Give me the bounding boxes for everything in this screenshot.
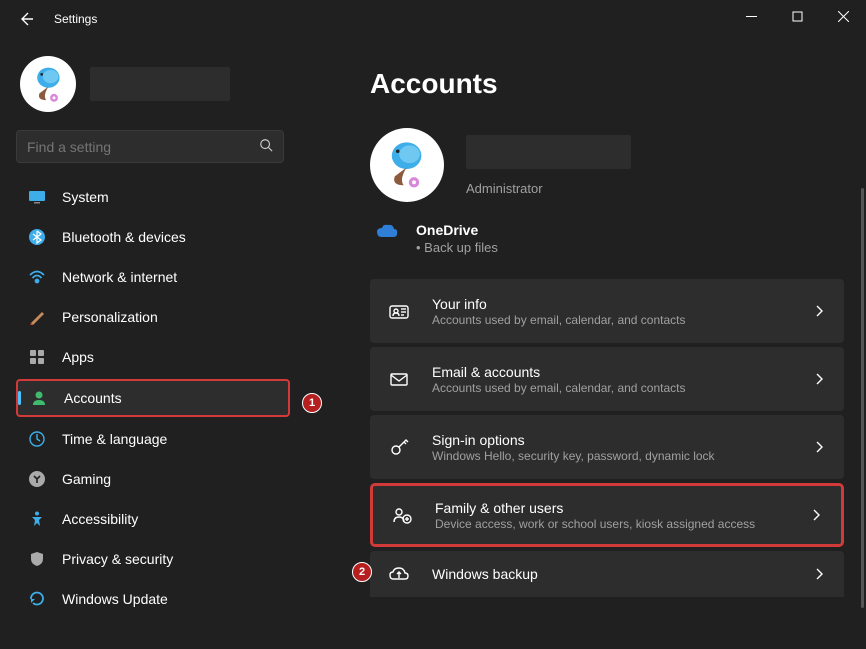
search-icon [259, 138, 273, 155]
chevron-right-icon [812, 567, 826, 581]
onedrive-row[interactable]: OneDrive Back up files [370, 222, 844, 255]
avatar-small [20, 56, 76, 112]
annotation-2: 2 [352, 562, 372, 582]
chevron-right-icon [809, 508, 823, 522]
search-input[interactable] [27, 139, 259, 155]
sidebar-item-update[interactable]: Windows Update [16, 581, 290, 617]
card-sub: Device access, work or school users, kio… [435, 517, 787, 531]
maximize-button[interactable] [774, 0, 820, 32]
wifi-icon [28, 268, 46, 286]
sidebar-item-label: Personalization [62, 309, 158, 325]
card-signin-options[interactable]: Sign-in options Windows Hello, security … [370, 415, 844, 479]
sidebar-item-accessibility[interactable]: Accessibility [16, 501, 290, 537]
sidebar-item-time[interactable]: Time & language [16, 421, 290, 457]
cloud-icon [376, 224, 398, 241]
sidebar-item-accounts[interactable]: Accounts [16, 379, 290, 417]
profile-row: Administrator [370, 128, 844, 202]
person-icon [30, 389, 48, 407]
update-icon [28, 590, 46, 608]
card-sub: Accounts used by email, calendar, and co… [432, 313, 790, 327]
card-windows-backup[interactable]: Windows backup [370, 551, 844, 597]
sidebar-item-label: Windows Update [62, 591, 168, 607]
search-box[interactable] [16, 130, 284, 163]
chevron-right-icon [812, 304, 826, 318]
backup-icon [388, 563, 410, 585]
people-add-icon [391, 504, 413, 526]
sidebar-item-label: Privacy & security [62, 551, 173, 567]
display-icon [28, 188, 46, 206]
chevron-right-icon [812, 372, 826, 386]
id-card-icon [388, 300, 410, 322]
sidebar-item-label: Accounts [64, 390, 122, 406]
card-your-info[interactable]: Your info Accounts used by email, calend… [370, 279, 844, 343]
clock-globe-icon [28, 430, 46, 448]
sidebar-item-label: System [62, 189, 109, 205]
sidebar-item-personalization[interactable]: Personalization [16, 299, 290, 335]
cards-list: Your info Accounts used by email, calend… [370, 279, 844, 597]
mail-icon [388, 368, 410, 390]
window-controls [728, 0, 866, 32]
card-family-other-users[interactable]: Family & other users Device access, work… [370, 483, 844, 547]
card-title: Family & other users [435, 500, 787, 516]
onedrive-title: OneDrive [416, 222, 498, 238]
close-button[interactable] [820, 0, 866, 32]
profile-name-redacted [466, 135, 631, 169]
card-title: Windows backup [432, 566, 790, 582]
sidebar-item-privacy[interactable]: Privacy & security [16, 541, 290, 577]
avatar-large [370, 128, 444, 202]
user-block[interactable] [16, 48, 290, 130]
sidebar-item-gaming[interactable]: Gaming [16, 461, 290, 497]
sidebar-item-system[interactable]: System [16, 179, 290, 215]
minimize-button[interactable] [728, 0, 774, 32]
key-icon [388, 436, 410, 458]
card-email-accounts[interactable]: Email & accounts Accounts used by email,… [370, 347, 844, 411]
paintbrush-icon [28, 308, 46, 326]
sidebar: System Bluetooth & devices Network & int… [0, 38, 300, 649]
accessibility-icon [28, 510, 46, 528]
window-title: Settings [54, 12, 97, 26]
sidebar-item-label: Gaming [62, 471, 111, 487]
sidebar-item-network[interactable]: Network & internet [16, 259, 290, 295]
sidebar-item-label: Accessibility [62, 511, 138, 527]
user-role: Administrator [466, 181, 631, 196]
card-title: Sign-in options [432, 432, 790, 448]
main-content: Accounts Administrator OneDrive Back up … [300, 38, 866, 649]
page-title: Accounts [370, 68, 844, 100]
annotation-1: 1 [302, 393, 322, 413]
card-sub: Windows Hello, security key, password, d… [432, 449, 790, 463]
scrollbar[interactable] [861, 188, 864, 608]
sidebar-item-apps[interactable]: Apps [16, 339, 290, 375]
card-title: Your info [432, 296, 790, 312]
back-button[interactable] [18, 11, 34, 27]
sidebar-item-label: Time & language [62, 431, 167, 447]
card-sub: Accounts used by email, calendar, and co… [432, 381, 790, 395]
sidebar-item-label: Network & internet [62, 269, 177, 285]
sidebar-item-label: Apps [62, 349, 94, 365]
gaming-icon [28, 470, 46, 488]
card-title: Email & accounts [432, 364, 790, 380]
sidebar-item-label: Bluetooth & devices [62, 229, 186, 245]
chevron-right-icon [812, 440, 826, 454]
bluetooth-icon [28, 228, 46, 246]
onedrive-sub: Back up files [416, 240, 498, 255]
user-name-redacted [90, 67, 230, 101]
apps-icon [28, 348, 46, 366]
shield-icon [28, 550, 46, 568]
sidebar-item-bluetooth[interactable]: Bluetooth & devices [16, 219, 290, 255]
